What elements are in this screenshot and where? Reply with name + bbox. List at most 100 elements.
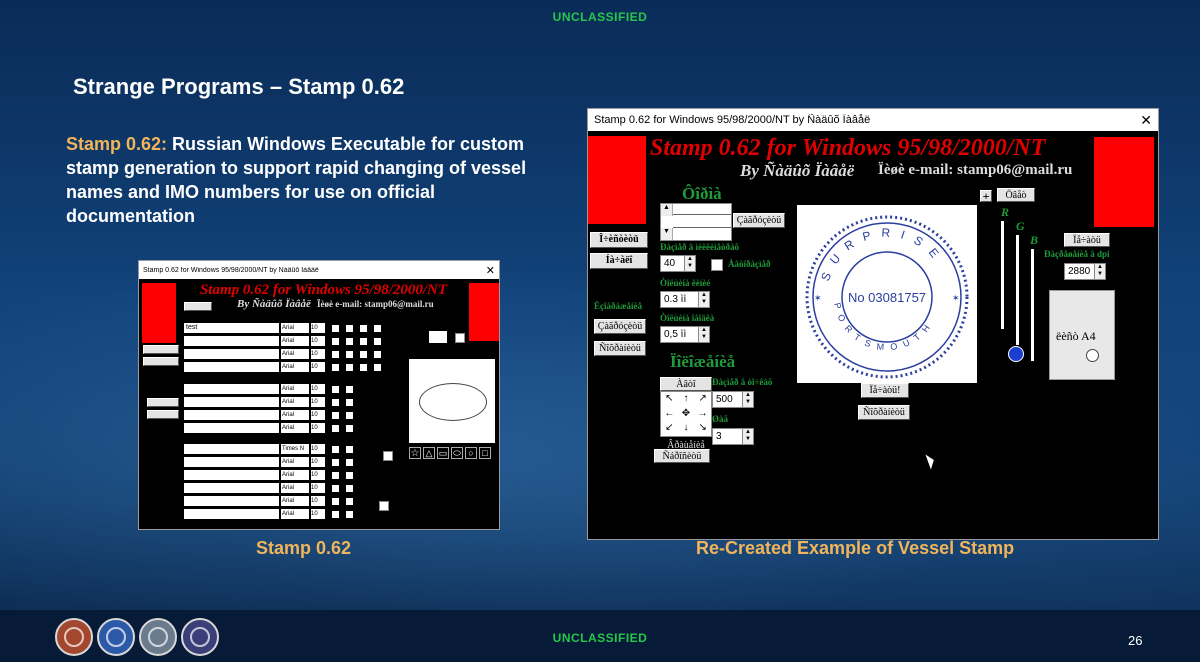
checkbox[interactable] <box>346 424 353 432</box>
slider-r-track[interactable] <box>1001 221 1004 329</box>
text-input[interactable] <box>184 384 279 394</box>
checkbox[interactable] <box>332 445 339 453</box>
spinner-arrows-icon[interactable]: ▲ ▼ <box>698 292 709 307</box>
reset-button[interactable]: Ñáðîñèòü <box>654 449 710 463</box>
checkbox[interactable] <box>332 497 339 505</box>
checkbox[interactable] <box>346 337 353 345</box>
text-input[interactable] <box>184 483 279 493</box>
checkbox[interactable] <box>332 411 339 419</box>
size-input[interactable]: 10 <box>311 384 325 394</box>
text-row[interactable]: Arial 10 <box>184 336 381 346</box>
size-input[interactable]: 10 <box>311 323 325 333</box>
center-icon[interactable]: ✥ <box>678 407 695 422</box>
start-button[interactable]: Íà÷àëî <box>590 253 648 269</box>
size-input[interactable]: 10 <box>311 410 325 420</box>
color-button[interactable]: Öâåò <box>997 188 1035 202</box>
small-checkbox[interactable] <box>455 333 465 343</box>
text-row[interactable]: Arial 10 <box>184 496 353 506</box>
text-input[interactable] <box>184 509 279 519</box>
font-button[interactable] <box>184 302 212 311</box>
checkbox[interactable] <box>332 424 339 432</box>
size-input[interactable]: 10 <box>311 496 325 506</box>
checkbox[interactable] <box>374 363 381 371</box>
text-row[interactable]: Arial 10 <box>184 483 353 493</box>
slider-g-track[interactable] <box>1016 235 1019 345</box>
checkbox[interactable] <box>346 363 353 371</box>
checkbox[interactable] <box>332 458 339 466</box>
triangle-icon[interactable]: △ <box>423 447 435 459</box>
checkbox[interactable] <box>332 398 339 406</box>
load-image-button[interactable]: Çàãðóçèòü <box>594 319 646 334</box>
square-icon[interactable]: □ <box>479 447 491 459</box>
close-icon[interactable]: ✕ <box>1140 112 1152 129</box>
text-input[interactable] <box>184 397 279 407</box>
checkbox[interactable] <box>332 363 339 371</box>
checkbox[interactable] <box>332 337 339 345</box>
arrow-down-right-icon[interactable]: ↘ <box>694 421 711 436</box>
font-select[interactable]: Arial <box>281 384 309 394</box>
checkbox[interactable] <box>374 337 381 345</box>
paper-panel[interactable]: ëèñò A4 <box>1049 290 1115 380</box>
size-input[interactable]: 10 <box>311 336 325 346</box>
font-select[interactable]: Arial <box>281 323 309 333</box>
step-spinner[interactable]: 3 ▲ ▼ <box>712 428 754 445</box>
size-input[interactable]: 10 <box>311 444 325 454</box>
count-spinner[interactable]: 500 ▲ ▼ <box>712 391 754 408</box>
font-select[interactable]: Times N <box>281 444 309 454</box>
checkbox[interactable] <box>332 484 339 492</box>
checkbox[interactable] <box>332 350 339 358</box>
arrow-up-left-icon[interactable]: ↖ <box>661 392 678 407</box>
checkbox[interactable] <box>346 385 353 393</box>
spinner-arrows-icon[interactable]: ▲ ▼ <box>684 256 695 271</box>
text-input[interactable] <box>184 410 279 420</box>
circle-icon[interactable]: ○ <box>465 447 477 459</box>
checkbox[interactable] <box>346 445 353 453</box>
text-row[interactable]: Arial 10 <box>184 470 353 480</box>
checkbox[interactable] <box>346 484 353 492</box>
rectangle-icon[interactable]: ▭ <box>437 447 449 459</box>
text-input[interactable] <box>184 470 279 480</box>
shape-list[interactable]: ▲ ▼ <box>660 203 732 241</box>
text-row[interactable]: Arial 10 <box>184 349 381 359</box>
size-input[interactable]: 10 <box>311 362 325 372</box>
text-input[interactable] <box>184 496 279 506</box>
auto-position-button[interactable]: Àâòî <box>660 377 712 391</box>
checkbox[interactable] <box>346 471 353 479</box>
spinner-arrows-icon[interactable]: ▲ ▼ <box>1094 264 1105 279</box>
paper-radio[interactable] <box>1086 349 1099 362</box>
star-icon[interactable]: ☆ <box>409 447 421 459</box>
small-checkbox[interactable] <box>379 501 389 511</box>
text-row[interactable]: Arial 10 <box>184 397 353 407</box>
small-load-button[interactable] <box>147 398 179 407</box>
arrow-up-right-icon[interactable]: ↗ <box>694 392 711 407</box>
checkbox[interactable] <box>332 471 339 479</box>
save-image-button[interactable]: Ñîõðàíèòü <box>594 341 646 356</box>
font-select[interactable]: Arial <box>281 349 309 359</box>
arrow-down-icon[interactable]: ↓ <box>678 421 695 436</box>
text-row[interactable]: Arial 10 <box>184 362 381 372</box>
slider-thumb[interactable] <box>1008 346 1024 362</box>
text-input[interactable]: test <box>184 323 279 333</box>
small-spinner[interactable] <box>429 331 447 343</box>
size-input[interactable]: 10 <box>311 470 325 480</box>
arrow-down-left-icon[interactable]: ↙ <box>661 421 678 436</box>
print-setup-button[interactable]: Ïå÷àòü <box>1064 233 1110 247</box>
checkbox[interactable] <box>346 497 353 505</box>
font-select[interactable]: Arial <box>281 410 309 420</box>
close-icon[interactable]: ✕ <box>486 264 495 277</box>
font-select[interactable]: Arial <box>281 496 309 506</box>
spinner-arrows-icon[interactable]: ▲ ▼ <box>742 392 753 407</box>
checkbox[interactable] <box>346 350 353 358</box>
scroll-down-icon[interactable]: ▼ <box>661 228 673 240</box>
size-input[interactable]: 10 <box>311 423 325 433</box>
size-input[interactable]: 10 <box>311 483 325 493</box>
size-input[interactable]: 10 <box>311 397 325 407</box>
font-select[interactable]: Arial <box>281 362 309 372</box>
arrow-right-icon[interactable]: → <box>694 407 711 422</box>
text-row[interactable]: Arial 10 <box>184 384 353 394</box>
font-select[interactable]: Arial <box>281 397 309 407</box>
load-button[interactable]: Çàãðóçèòü <box>733 213 785 228</box>
small-checkbox[interactable] <box>383 451 393 461</box>
ellipse-icon[interactable]: ⬭ <box>451 447 463 459</box>
zoom-in-icon[interactable]: + <box>980 190 992 202</box>
